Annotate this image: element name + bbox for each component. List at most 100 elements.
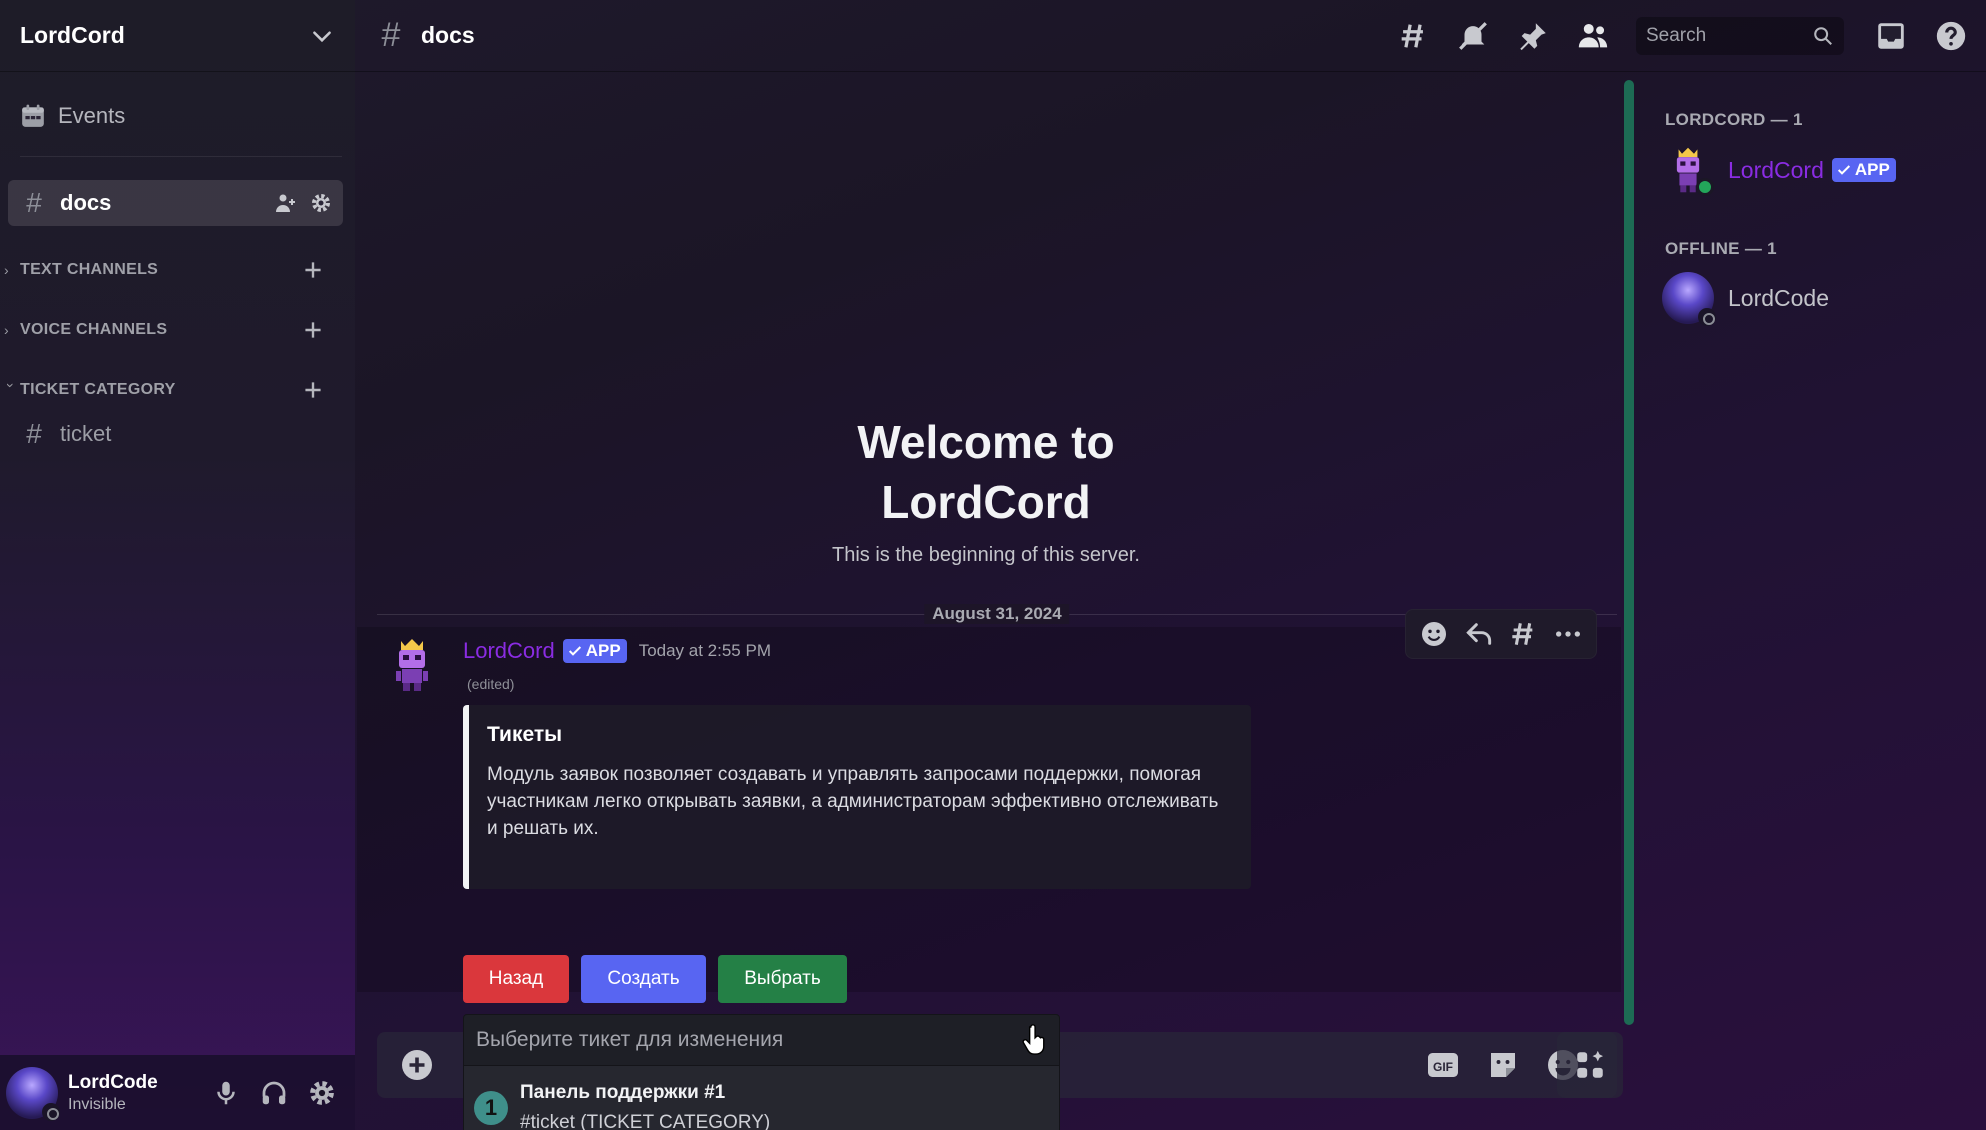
message-actions-toolbar (1405, 609, 1597, 659)
help-icon[interactable] (1934, 19, 1968, 53)
hand-cursor-icon (1022, 1024, 1045, 1055)
welcome-subtitle: This is the beginning of this server. (832, 544, 1140, 566)
search-input[interactable] (1646, 24, 1812, 47)
add-attachment-icon[interactable] (399, 1047, 435, 1083)
user-status: Invisible (68, 1095, 126, 1113)
plus-icon[interactable] (300, 257, 326, 283)
option-label: Панель поддержки #1 (520, 1081, 726, 1103)
chevron-right-icon: › (4, 322, 9, 338)
user-name: LordCode (68, 1071, 158, 1093)
server-header[interactable]: LordCord (0, 0, 355, 72)
avatar[interactable] (6, 1066, 60, 1121)
date-divider-text: August 31, 2024 (924, 604, 1070, 624)
inbox-icon[interactable] (1874, 19, 1908, 53)
member-item[interactable]: LordCode (1662, 272, 1830, 326)
plus-icon[interactable] (300, 377, 326, 403)
checkmark-icon (1837, 165, 1850, 175)
create-button[interactable]: Создать (581, 955, 706, 1003)
invisible-status-icon (42, 1102, 60, 1121)
select-dropdown: 1 Панель поддержки #1 #ticket (TICKET CA… (463, 1066, 1060, 1130)
user-meta[interactable]: LordCode Invisible (68, 1072, 211, 1114)
member-name: LordCord (1728, 156, 1824, 183)
server-name: LordCord (20, 22, 125, 48)
category-label: TEXT CHANNELS (20, 261, 159, 278)
category-text-channels[interactable]: › TEXT CHANNELS (4, 255, 344, 285)
pin-icon[interactable] (1516, 19, 1550, 53)
message-header: LordCord APP Today at 2:55 PM (463, 638, 771, 664)
apps-icon (1577, 1050, 1604, 1078)
edited-tag: (edited) (467, 676, 515, 692)
app-badge: APP (1831, 158, 1896, 182)
scrollbar[interactable] (1624, 80, 1634, 1025)
channel-sidebar: LordCord Events # docs › TEXT CHANNELS ›… (0, 0, 355, 1130)
app-badge: APP (562, 639, 627, 663)
app-badge-label: APP (585, 641, 621, 660)
hashtag-icon: # (26, 418, 42, 449)
chat-area: Welcome to LordCord This is the beginnin… (355, 72, 1625, 1130)
ticket-select-menu[interactable]: Выберите тикет для изменения (463, 1014, 1060, 1066)
divider (20, 156, 342, 157)
app-badge-label: APP (1854, 160, 1890, 179)
sidebar-item-ticket[interactable]: # ticket (8, 412, 343, 456)
plus-icon[interactable] (300, 317, 326, 343)
number-one-icon: 1 (474, 1090, 508, 1125)
category-label: TICKET CATEGORY (20, 381, 176, 398)
composer-actions: GIF (1401, 1047, 1581, 1083)
select-option[interactable]: Панель поддержки #1 #ticket (TICKET CATE… (520, 1082, 770, 1130)
calendar-icon (22, 104, 44, 127)
member-group-header: OFFLINE — 1 (1665, 239, 1777, 258)
select-button[interactable]: Выбрать (718, 955, 847, 1003)
embed-title: Тикеты (487, 723, 563, 746)
create-thread-icon[interactable] (1507, 618, 1539, 650)
member-group-header: LORDCORD — 1 (1665, 110, 1803, 129)
bot-avatar[interactable] (387, 637, 437, 693)
reply-icon[interactable] (1463, 618, 1495, 650)
threads-icon[interactable] (1396, 19, 1430, 53)
category-voice-channels[interactable]: › VOICE CHANNELS (4, 315, 344, 345)
chevron-down-icon: › (3, 383, 19, 388)
search-bar[interactable] (1636, 16, 1844, 55)
chevron-right-icon: › (4, 262, 9, 278)
hashtag-icon: # (26, 187, 42, 218)
hashtag-icon: # (381, 16, 401, 54)
sidebar-item-label: ticket (60, 421, 112, 446)
select-placeholder: Выберите тикет для изменения (476, 1028, 784, 1051)
discord-app: LordCord Events # docs › TEXT CHANNELS ›… (0, 0, 1986, 1130)
sidebar-item-label: docs (60, 190, 112, 215)
message-embed: Тикеты Модуль заявок позволяет создавать… (463, 705, 1251, 889)
embed-description: Модуль заявок позволяет создавать и упра… (487, 764, 1219, 839)
channel-title: docs (421, 22, 475, 48)
invite-member-icon[interactable] (273, 191, 297, 215)
member-name: LordCode (1728, 284, 1830, 311)
gear-icon[interactable] (309, 191, 333, 215)
message-author[interactable]: LordCord (463, 638, 555, 664)
sticker-icon[interactable] (1485, 1047, 1521, 1083)
offline-status-icon (1698, 308, 1716, 326)
sidebar-item-events[interactable]: Events (8, 94, 343, 138)
apps-button[interactable] (1557, 1032, 1623, 1098)
gif-label: GIF (1433, 1060, 1453, 1074)
sidebar-item-label: Events (58, 103, 126, 128)
gif-icon[interactable]: GIF (1425, 1047, 1461, 1083)
avatar (1662, 272, 1716, 326)
user-panel: LordCode Invisible (0, 1055, 355, 1130)
member-list-icon[interactable] (1576, 19, 1610, 53)
message-timestamp: Today at 2:55 PM (638, 641, 771, 660)
welcome-title-line: LordCord (881, 476, 1091, 528)
checkmark-icon (568, 646, 581, 656)
microphone-icon[interactable] (211, 1078, 241, 1108)
welcome-title-line: Welcome to (857, 416, 1115, 468)
category-ticket-category[interactable]: › TICKET CATEGORY (3, 375, 344, 405)
welcome-title: Welcome to LordCord (355, 412, 1617, 532)
component-buttons: Назад Создать Выбрать (463, 955, 859, 1003)
back-button[interactable]: Назад (463, 955, 569, 1003)
gear-icon[interactable] (307, 1078, 337, 1108)
notification-bell-muted-icon[interactable] (1456, 19, 1490, 53)
more-options-icon[interactable] (1552, 618, 1584, 650)
add-reaction-icon[interactable] (1418, 618, 1450, 650)
sidebar-item-docs[interactable]: # docs (8, 180, 343, 226)
avatar (1662, 144, 1714, 196)
category-label: VOICE CHANNELS (20, 321, 168, 338)
member-item[interactable]: LordCord APP (1662, 144, 1896, 196)
headphones-icon[interactable] (259, 1078, 289, 1108)
